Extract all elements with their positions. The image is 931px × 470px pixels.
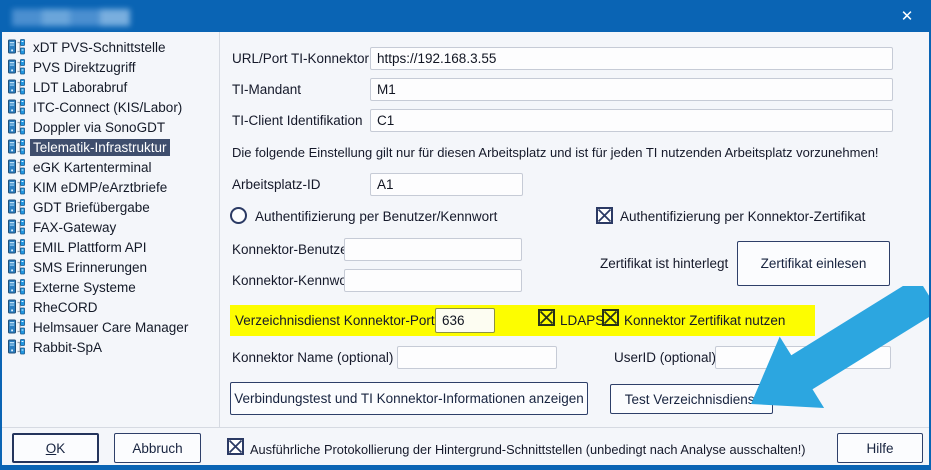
konnektor-name-input[interactable] [397, 346, 557, 369]
sidebar-item-itc-connect-kis-labor[interactable]: ITC-Connect (KIS/Labor) [8, 97, 218, 117]
ok-button[interactable]: OK [12, 433, 99, 463]
sidebar-item-label: Externe Systeme [30, 279, 139, 296]
network-computers-icon [8, 39, 25, 55]
konnektor-zertifikat-nutzen-checkbox[interactable] [602, 309, 619, 326]
network-computers-icon [8, 59, 25, 75]
sidebar-item-emil-plattform-api[interactable]: EMIL Plattform API [8, 237, 218, 257]
client-id-label: TI-Client Identifikation [232, 113, 363, 128]
sidebar-item-label: RheCORD [30, 299, 101, 316]
ldaps-checkbox[interactable] [538, 309, 555, 326]
sidebar-item-doppler-via-sonogdt[interactable]: Doppler via SonoGDT [8, 117, 218, 137]
title-bar: ✕ [2, 2, 929, 32]
konnektor-benutzer-input[interactable] [344, 238, 522, 261]
userid-label: UserID (optional) [614, 350, 716, 365]
settings-dialog: ✕ xDT PVS-Schnittstelle [0, 0, 931, 470]
sidebar-divider [219, 32, 220, 427]
hilfe-button[interactable]: Hilfe [837, 433, 923, 463]
sidebar-item-xdt-pvs-schnittstelle[interactable]: xDT PVS-Schnittstelle [8, 37, 218, 57]
sidebar-item-label: Doppler via SonoGDT [30, 119, 168, 136]
client-id-input[interactable] [370, 109, 893, 132]
network-computers-icon [8, 259, 25, 275]
sidebar-item-kim-edmp-earztbriefe[interactable]: KIM eDMP/eArztbriefe [8, 177, 218, 197]
sidebar-item-label: GDT Briefübergabe [30, 199, 153, 216]
sidebar-item-pvs-direktzugriff[interactable]: PVS Direktzugriff [8, 57, 218, 77]
sidebar-item-rabbit-spa[interactable]: Rabbit-SpA [8, 337, 218, 357]
arbeitsplatz-label: Arbeitsplatz-ID [232, 177, 321, 192]
network-computers-icon [8, 119, 25, 135]
verzeichnisdienst-port-label: Verzeichnisdienst Konnektor-Port [235, 313, 435, 328]
auth-user-label: Authentifizierung per Benutzer/Kennwort [255, 209, 497, 224]
ok-label-rest: K [56, 441, 65, 456]
sidebar-item-label: PVS Direktzugriff [30, 59, 139, 76]
network-computers-icon [8, 239, 25, 255]
network-computers-icon [8, 159, 25, 175]
sidebar-item-sms-erinnerungen[interactable]: SMS Erinnerungen [8, 257, 218, 277]
ldaps-label: LDAPS [560, 313, 604, 328]
mandant-input[interactable] [370, 78, 893, 101]
zertifikat-status-text: Zertifikat ist hinterlegt [600, 256, 728, 271]
sidebar-item-fax-gateway[interactable]: FAX-Gateway [8, 217, 218, 237]
sidebar-item-label: ITC-Connect (KIS/Labor) [30, 99, 185, 116]
sidebar-item-ldt-laborabruf[interactable]: LDT Laborabruf [8, 77, 218, 97]
network-computers-icon [8, 299, 25, 315]
logging-label: Ausführliche Protokollierung der Hinterg… [250, 442, 806, 457]
konnektor-kennwort-input[interactable] [344, 269, 522, 292]
ok-label-initial: O [46, 441, 57, 456]
sidebar-item-label: SMS Erinnerungen [30, 259, 150, 276]
sidebar-item-label: Rabbit-SpA [30, 339, 105, 356]
konnektor-benutzer-label: Konnektor-Benutzer [232, 242, 352, 257]
network-computers-icon [8, 179, 25, 195]
sidebar: xDT PVS-Schnittstelle PVS Direktzugriff [8, 37, 218, 357]
userid-input[interactable] [715, 346, 891, 369]
sidebar-item-externe-systeme[interactable]: Externe Systeme [8, 277, 218, 297]
auth-cert-label: Authentifizierung per Konnektor-Zertifik… [620, 209, 865, 224]
sidebar-item-label: Helmsauer Care Manager [30, 319, 191, 336]
konnektor-zertifikat-nutzen-label: Konnektor Zertifikat nutzen [624, 313, 785, 328]
workstation-info-text: Die folgende Einstellung gilt nur für di… [232, 145, 879, 160]
auth-user-radio[interactable] [230, 207, 247, 224]
mandant-label: TI-Mandant [232, 82, 301, 97]
url-label: URL/Port TI-Konnektor [232, 51, 369, 66]
sidebar-item-label: Telematik-Infrastruktur [30, 139, 170, 156]
sidebar-item-label: EMIL Plattform API [30, 239, 150, 256]
konnektor-name-label: Konnektor Name (optional) [232, 350, 393, 365]
sidebar-item-gdt-briefübergabe[interactable]: GDT Briefübergabe [8, 197, 218, 217]
verbindungstest-button[interactable]: Verbindungstest und TI Konnektor-Informa… [230, 382, 588, 415]
network-computers-icon [8, 79, 25, 95]
verzeichnisdienst-port-input[interactable] [435, 308, 495, 333]
sidebar-item-egk-kartenterminal[interactable]: eGK Kartenterminal [8, 157, 218, 177]
sidebar-item-label: FAX-Gateway [30, 219, 119, 236]
sidebar-item-label: LDT Laborabruf [30, 79, 130, 96]
url-input[interactable] [370, 47, 893, 70]
sidebar-item-label: xDT PVS-Schnittstelle [30, 39, 169, 56]
konnektor-kennwort-label: Konnektor-Kennwort [232, 273, 355, 288]
network-computers-icon [8, 219, 25, 235]
test-verzeichnisdienst-button[interactable]: Test Verzeichnisdienst [610, 384, 773, 414]
network-computers-icon [8, 139, 25, 155]
sidebar-item-telematik-infrastruktur[interactable]: Telematik-Infrastruktur [8, 137, 218, 157]
network-computers-icon [8, 199, 25, 215]
footer-divider [2, 427, 929, 428]
close-icon[interactable]: ✕ [895, 6, 919, 28]
sidebar-item-label: eGK Kartenterminal [30, 159, 155, 176]
logging-checkbox[interactable] [227, 438, 244, 455]
network-computers-icon [8, 279, 25, 295]
network-computers-icon [8, 339, 25, 355]
sidebar-item-label: KIM eDMP/eArztbriefe [30, 179, 170, 196]
auth-cert-checkbox[interactable] [596, 207, 613, 224]
network-computers-icon [8, 319, 25, 335]
sidebar-item-helmsauer-care-manager[interactable]: Helmsauer Care Manager [8, 317, 218, 337]
zertifikat-einlesen-button[interactable]: Zertifikat einlesen [737, 241, 890, 286]
abbruch-button[interactable]: Abbruch [114, 433, 201, 463]
arbeitsplatz-input[interactable] [370, 173, 523, 196]
sidebar-item-rhecord[interactable]: RheCORD [8, 297, 218, 317]
network-computers-icon [8, 99, 25, 115]
title-redacted-blur [12, 9, 130, 26]
